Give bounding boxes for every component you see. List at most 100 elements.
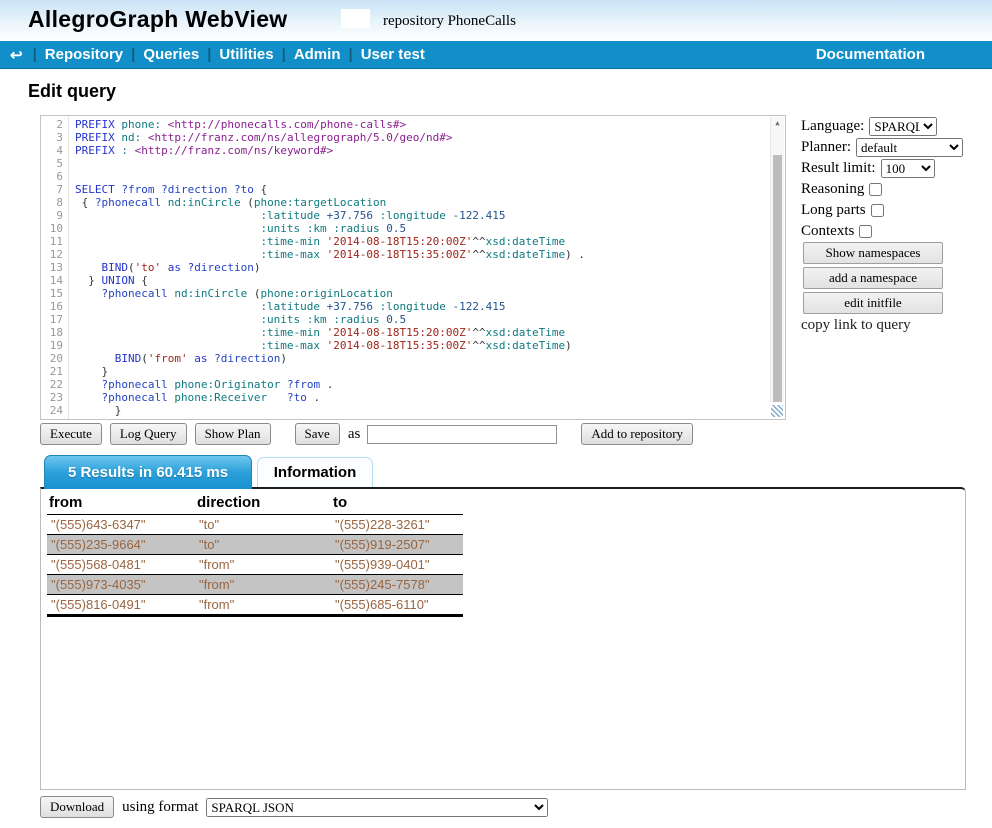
editor-code[interactable]: PREFIX phone: <http://phonecalls.com/pho… — [75, 118, 768, 419]
line-number: 9 — [41, 209, 63, 222]
result-cell: "(555)228-3261" — [331, 515, 463, 535]
save-button[interactable]: Save — [295, 423, 340, 445]
result-cell: "(555)643-6347" — [47, 515, 195, 535]
line-number: 5 — [41, 157, 63, 170]
scrollbar-thumb[interactable] — [773, 155, 782, 402]
option-row-contexts: Contexts — [801, 221, 963, 241]
contexts-checkbox[interactable] — [859, 225, 872, 238]
code-line: PREFIX nd: <http://franz.com/ns/allegrog… — [75, 131, 768, 144]
tab-information[interactable]: Information — [257, 457, 373, 487]
result-cell: "from" — [195, 595, 331, 616]
code-line: } — [75, 404, 768, 417]
repository-name: PhoneCalls — [448, 13, 516, 29]
nav-item-admin[interactable]: Admin — [294, 46, 341, 63]
result-cell: "(555)685-6110" — [331, 595, 463, 616]
scrollbar-up-icon[interactable]: ▲ — [771, 117, 784, 131]
code-line — [75, 170, 768, 183]
result-limit-label: Result limit: — [801, 160, 876, 177]
code-line: ?phonecall nd:inCircle (phone:originLoca… — [75, 287, 768, 300]
nav-separator: | — [282, 46, 286, 63]
line-number: 21 — [41, 365, 63, 378]
line-number: 11 — [41, 235, 63, 248]
app-title: AllegroGraph WebView — [28, 6, 287, 33]
column-header-from: from — [47, 492, 195, 515]
line-number: 8 — [41, 196, 63, 209]
copy-link-to-query[interactable]: copy link to query — [801, 317, 963, 334]
result-cell: "to" — [195, 535, 331, 555]
repository-label: repository PhoneCalls — [383, 13, 516, 30]
reasoning-checkbox[interactable] — [869, 183, 882, 196]
nav-item-user-test[interactable]: User test — [361, 46, 425, 63]
nav-separator: | — [348, 46, 352, 63]
editor-scrollbar[interactable]: ▲ — [770, 117, 784, 402]
download-button[interactable]: Download — [40, 796, 114, 818]
nav-bar: ↩ | Repository | Queries | Utilities | Admin | Us… — [0, 41, 992, 69]
tab-results[interactable]: 5 Results in 60.415 ms — [44, 455, 252, 489]
line-number: 2 — [41, 118, 63, 131]
line-number: 19 — [41, 339, 63, 352]
nav-separator: | — [207, 46, 211, 63]
nav-item-queries[interactable]: Queries — [143, 46, 199, 63]
results-tabs: 5 Results in 60.415 ms Information — [44, 455, 373, 487]
nav-item-repository[interactable]: Repository — [45, 46, 123, 63]
query-controls: Execute Log Query Show Plan Save as Add … — [40, 423, 701, 445]
line-number: 4 — [41, 144, 63, 157]
language-select[interactable]: SPARQL — [869, 117, 937, 136]
option-row-reasoning: Reasoning — [801, 179, 963, 199]
long-parts-checkbox[interactable] — [871, 204, 884, 217]
page-title: Edit query — [28, 81, 116, 102]
result-cell: "from" — [195, 575, 331, 595]
add-a-namespace-button[interactable]: add a namespace — [803, 267, 943, 289]
result-cell: "(555)973-4035" — [47, 575, 195, 595]
line-number: 12 — [41, 248, 63, 261]
code-line: :latitude +37.756 :longitude -122.415 — [75, 209, 768, 222]
download-format-select[interactable]: SPARQL JSON — [206, 798, 548, 817]
code-line: :time-min '2014-08-18T15:20:00Z'^^xsd:da… — [75, 235, 768, 248]
code-line: :time-max '2014-08-18T15:35:00Z'^^xsd:da… — [75, 248, 768, 261]
back-icon[interactable]: ↩ — [10, 46, 23, 64]
code-line: SELECT ?from ?direction ?to { — [75, 183, 768, 196]
code-line: BIND('to' as ?direction) — [75, 261, 768, 274]
planner-select[interactable]: default — [856, 138, 963, 157]
table-row: "(555)816-0491""from""(555)685-6110" — [47, 595, 463, 616]
code-line: :time-min '2014-08-18T15:20:00Z'^^xsd:da… — [75, 326, 768, 339]
contexts-label: Contexts — [801, 223, 854, 240]
result-cell: "(555)245-7578" — [331, 575, 463, 595]
download-bar: Download using format SPARQL JSON — [40, 796, 548, 818]
resize-grip-icon[interactable] — [771, 405, 783, 417]
line-number: 22 — [41, 378, 63, 391]
line-number: 16 — [41, 300, 63, 313]
save-as-input[interactable] — [367, 425, 557, 444]
line-number: 10 — [41, 222, 63, 235]
query-editor[interactable]: 23456789101112131415161718192021222324 P… — [40, 115, 786, 420]
language-label: Language: — [801, 118, 864, 135]
add-to-repository-button[interactable]: Add to repository — [581, 423, 693, 445]
line-number: 13 — [41, 261, 63, 274]
code-line: { ?phonecall nd:inCircle (phone:targetLo… — [75, 196, 768, 209]
table-row: "(555)973-4035""from""(555)245-7578" — [47, 575, 463, 595]
show-namespaces-button[interactable]: Show namespaces — [803, 242, 943, 264]
edit-initfile-button[interactable]: edit initfile — [803, 292, 943, 314]
results-table: fromdirectionto "(555)643-6347""to""(555… — [47, 492, 463, 617]
repository-word: repository — [383, 13, 444, 29]
result-cell: "from" — [195, 555, 331, 575]
line-number: 7 — [41, 183, 63, 196]
execute-button[interactable]: Execute — [40, 423, 102, 445]
nav-separator: | — [33, 46, 37, 63]
log-query-button[interactable]: Log Query — [110, 423, 187, 445]
nav-separator: | — [131, 46, 135, 63]
line-number: 14 — [41, 274, 63, 287]
nav-items: | Repository | Queries | Utilities | Admin | User… — [25, 46, 425, 63]
namespace-buttons: Show namespaces add a namespace edit initf… — [801, 242, 963, 314]
result-cell: "(555)568-0481" — [47, 555, 195, 575]
nav-item-utilities[interactable]: Utilities — [219, 46, 273, 63]
using-format-label: using format — [122, 799, 198, 816]
code-line — [75, 157, 768, 170]
long-parts-label: Long parts — [801, 202, 866, 219]
show-plan-button[interactable]: Show Plan — [195, 423, 271, 445]
result-limit-select[interactable]: 100 — [881, 159, 935, 178]
planner-label: Planner: — [801, 139, 851, 156]
nav-item-documentation[interactable]: Documentation — [816, 46, 925, 63]
result-cell: "(555)235-9664" — [47, 535, 195, 555]
table-row: "(555)568-0481""from""(555)939-0401" — [47, 555, 463, 575]
